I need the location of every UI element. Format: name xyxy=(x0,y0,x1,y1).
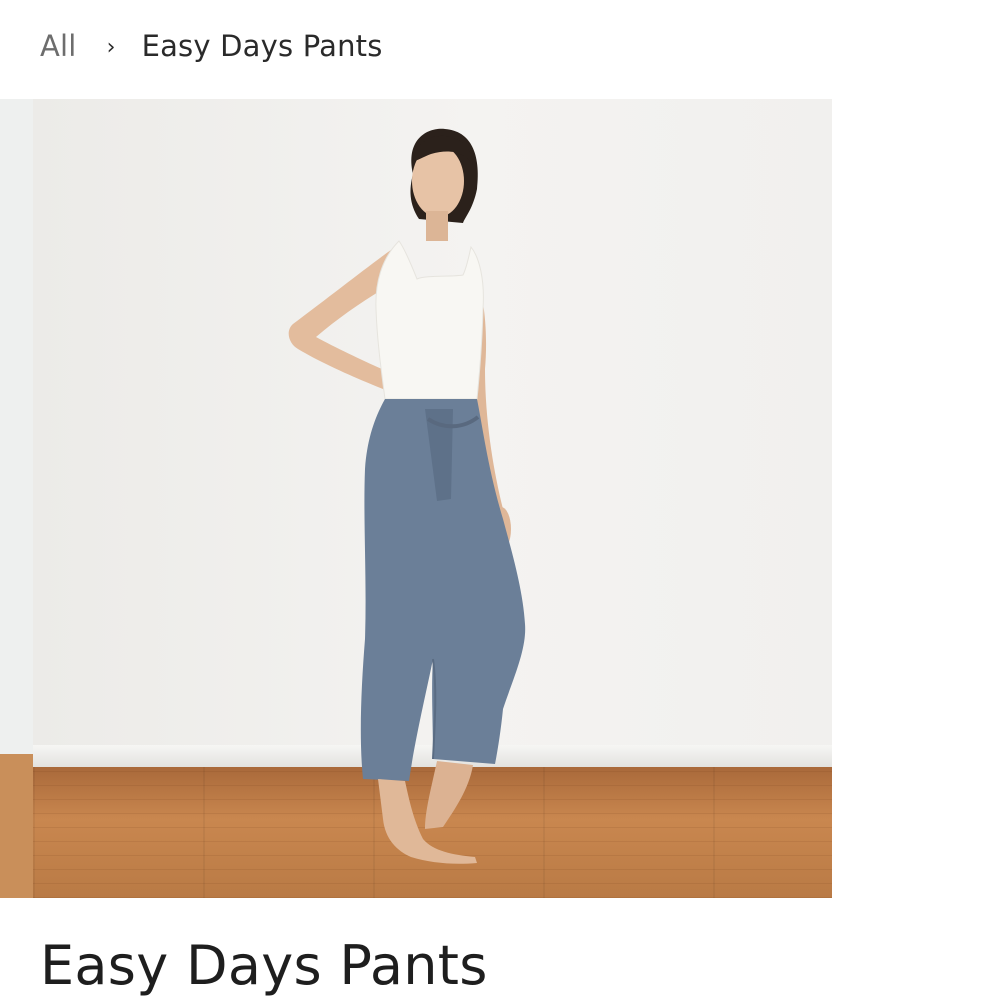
previous-image-peek[interactable] xyxy=(0,99,33,898)
breadcrumb-current: Easy Days Pants xyxy=(141,29,383,63)
product-image[interactable] xyxy=(33,99,832,898)
product-image-gallery[interactable] xyxy=(0,99,832,898)
breadcrumb-all-link[interactable]: All xyxy=(40,29,77,63)
breadcrumb: All › Easy Days Pants xyxy=(40,24,383,68)
product-title: Easy Days Pants xyxy=(40,934,488,997)
chevron-right-icon: › xyxy=(106,34,116,60)
model-figure xyxy=(288,128,526,864)
